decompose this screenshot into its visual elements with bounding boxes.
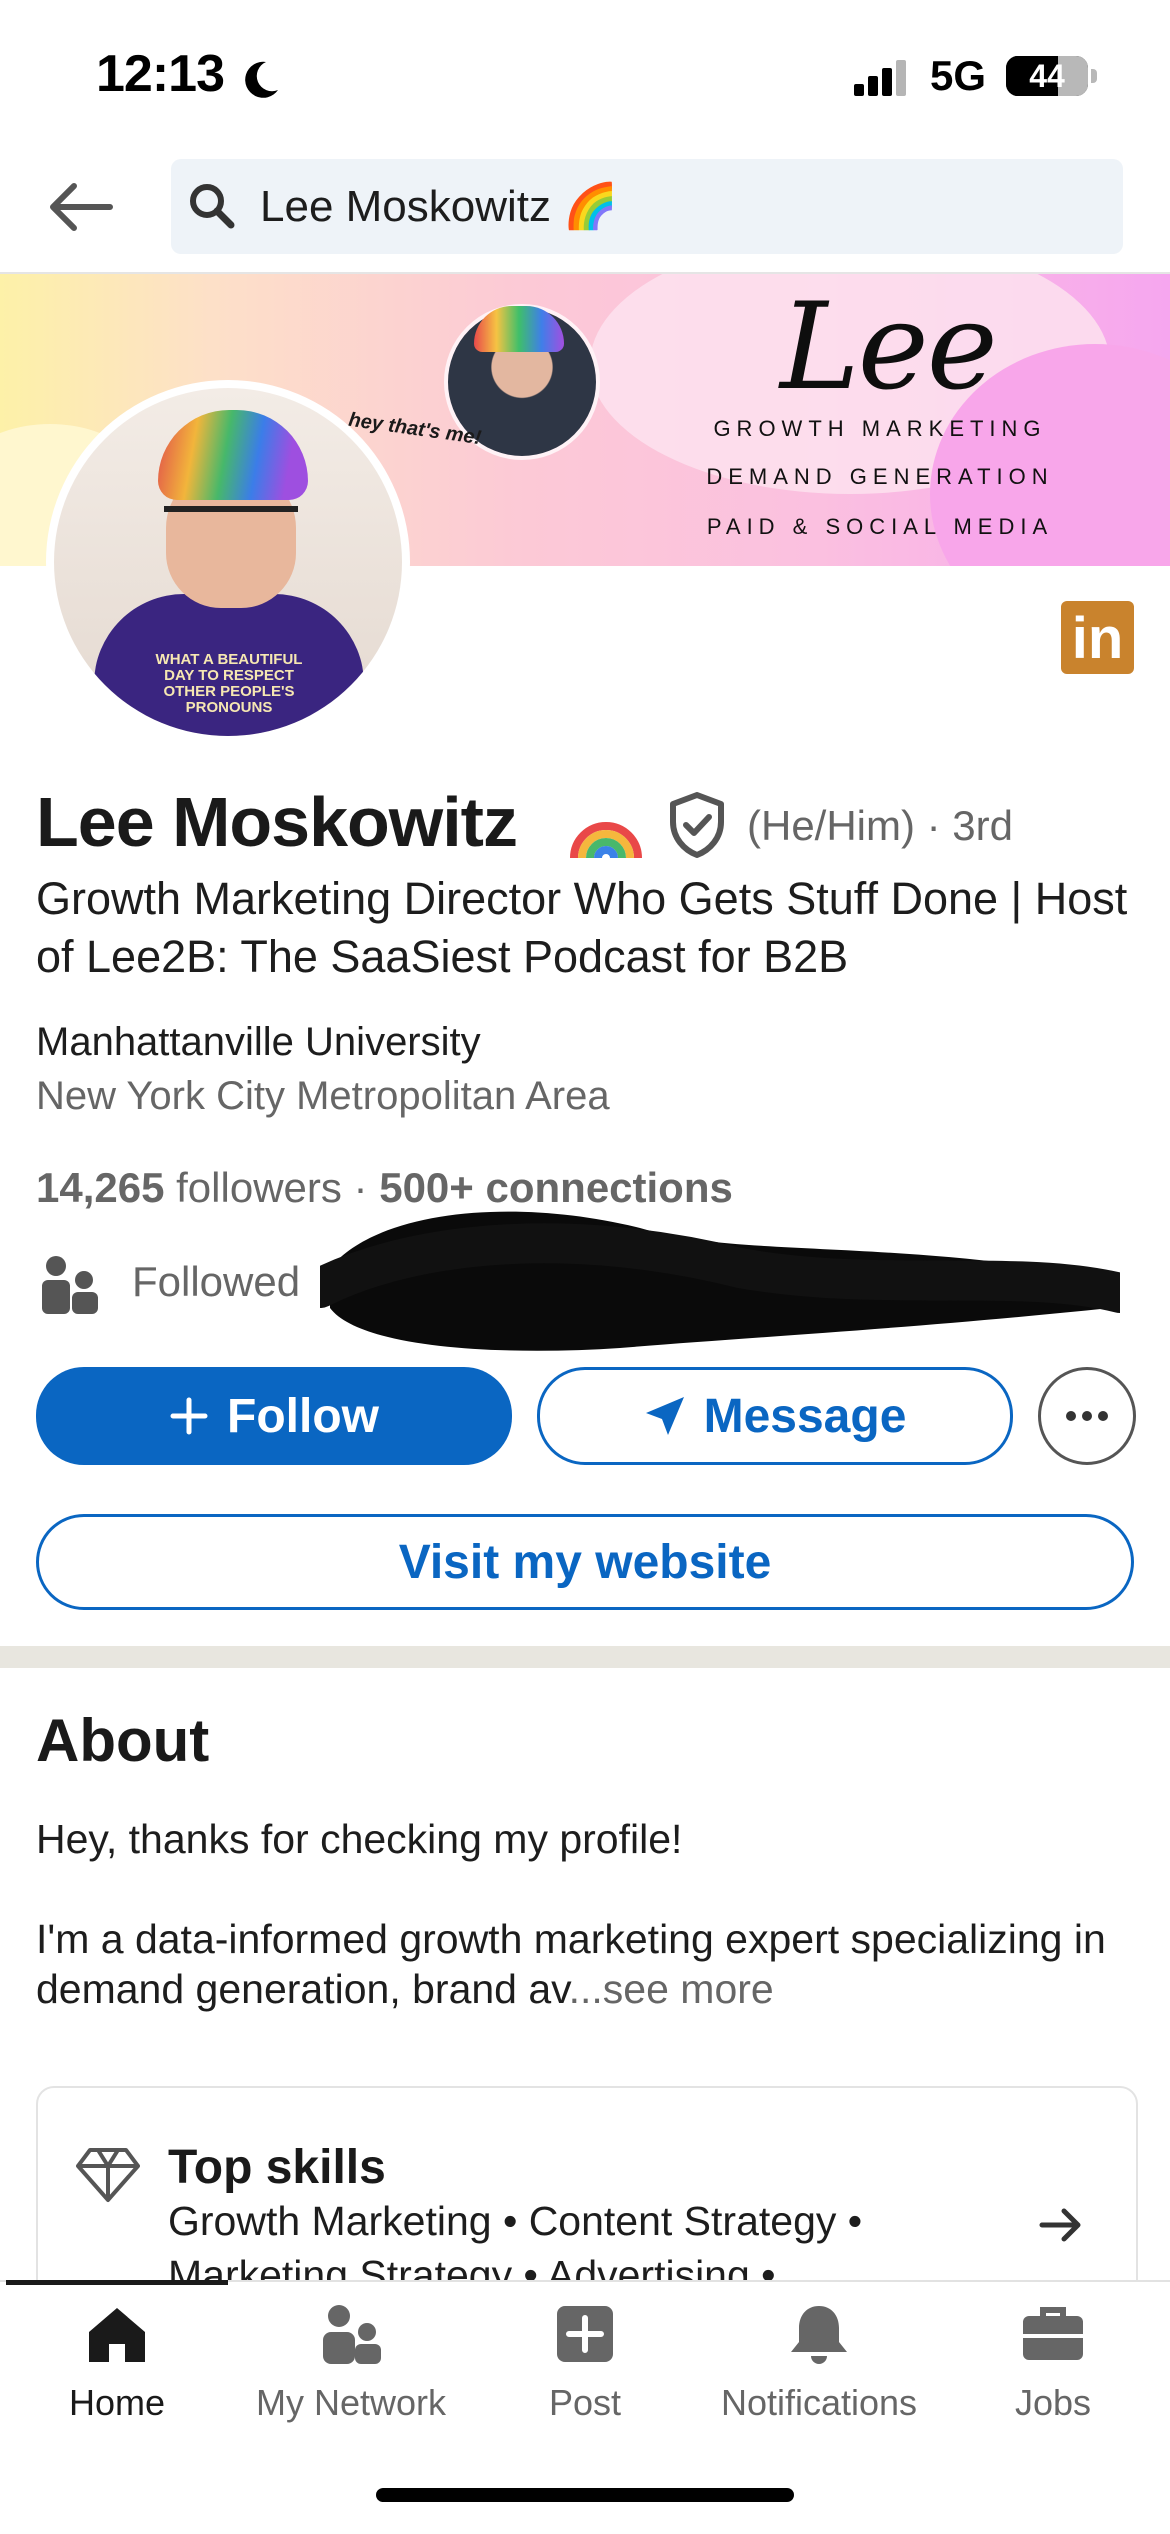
diamond-icon xyxy=(76,2148,140,2202)
tab-label: Home xyxy=(68,2382,166,2423)
follow-button[interactable]: Follow xyxy=(36,1367,512,1465)
active-tab-indicator xyxy=(6,2280,228,2285)
profile-location: New York City Metropolitan Area xyxy=(36,1074,610,1118)
signal-icon xyxy=(854,60,906,96)
home-icon xyxy=(89,2308,145,2362)
top-skills-line: Growth Marketing • Content Strategy • xyxy=(168,2198,863,2244)
tab-jobs[interactable]: Jobs xyxy=(936,2298,1170,2424)
profile-name: Lee Moskowitz xyxy=(36,783,518,861)
profile-headline: Growth Marketing Director Who Gets Stuff… xyxy=(36,873,1128,982)
tab-post[interactable]: Post xyxy=(468,2298,702,2424)
about-title: About xyxy=(36,1707,210,1774)
about-greeting: Hey, thanks for checking my profile! xyxy=(36,1816,683,1862)
followers-label: followers xyxy=(176,1164,342,1211)
banner-line: PAID & SOCIAL MEDIA xyxy=(706,514,1054,539)
arrow-right-icon[interactable] xyxy=(1036,2200,1086,2250)
home-indicator[interactable] xyxy=(376,2488,794,2502)
battery-level: 44 xyxy=(1029,58,1065,94)
visit-website-button[interactable]: Visit my website xyxy=(36,1514,1134,1610)
tab-label: Jobs xyxy=(1014,2382,1092,2423)
plus-icon xyxy=(170,1397,208,1435)
verified-shield-icon[interactable] xyxy=(668,792,726,858)
website-label: Visit my website xyxy=(398,1535,772,1589)
section-divider xyxy=(0,1646,1170,1668)
back-arrow-icon[interactable] xyxy=(40,172,130,242)
redaction-scribble xyxy=(320,1211,1120,1351)
status-time: 12:13 xyxy=(96,45,225,103)
banner-script-name: Lee xyxy=(780,278,998,417)
pronouns-degree: (He/Him) · 3rd xyxy=(747,802,1014,849)
battery-icon: 44 xyxy=(1006,56,1088,96)
followed-by[interactable]: Followed xyxy=(132,1258,300,1306)
banner-line: GROWTH MARKETING xyxy=(713,416,1047,441)
search-icon xyxy=(190,184,235,229)
followers-count: 14,265 xyxy=(36,1164,165,1211)
message-label: Message xyxy=(703,1389,907,1443)
bell-icon xyxy=(791,2306,847,2364)
tab-home[interactable]: Home xyxy=(0,2298,234,2424)
battery-nub xyxy=(1091,69,1097,83)
people-icon xyxy=(42,1256,98,1314)
linkedin-logo-icon: in xyxy=(1061,601,1134,674)
post-icon xyxy=(557,2306,613,2362)
about-body[interactable]: I'm a data-informed growth marketing exp… xyxy=(36,1914,1136,2014)
tab-my-network[interactable]: My Network xyxy=(234,2298,468,2424)
more-options-button[interactable] xyxy=(1038,1367,1136,1465)
profile-avatar[interactable]: WHAT A BEAUTIFUL DAY TO RESPECT OTHER PE… xyxy=(46,380,410,744)
moon-icon xyxy=(245,61,278,98)
banner-line: DEMAND GENERATION xyxy=(706,464,1054,489)
tab-notifications[interactable]: Notifications xyxy=(702,2298,936,2424)
avatar-shirt-text: WHAT A BEAUTIFUL DAY TO RESPECT OTHER PE… xyxy=(155,651,303,716)
search-query[interactable]: Lee Moskowitz 🌈 xyxy=(260,180,618,232)
see-more-link[interactable]: ...see more xyxy=(569,1966,774,2012)
send-icon xyxy=(645,1397,684,1435)
follow-label: Follow xyxy=(227,1389,379,1443)
rainbow-emoji-icon xyxy=(570,822,642,859)
network-icon xyxy=(323,2305,381,2364)
ellipsis-icon xyxy=(1066,1411,1108,1421)
network-type: 5G xyxy=(930,52,987,99)
briefcase-icon xyxy=(1023,2307,1083,2360)
message-button[interactable]: Message xyxy=(537,1367,1013,1465)
tab-label: Notifications xyxy=(720,2382,918,2423)
top-skills-title: Top skills xyxy=(168,2141,386,2194)
profile-school[interactable]: Manhattanville University xyxy=(36,1020,481,1065)
tab-label: Post xyxy=(548,2382,622,2423)
tab-label: My Network xyxy=(255,2382,447,2423)
